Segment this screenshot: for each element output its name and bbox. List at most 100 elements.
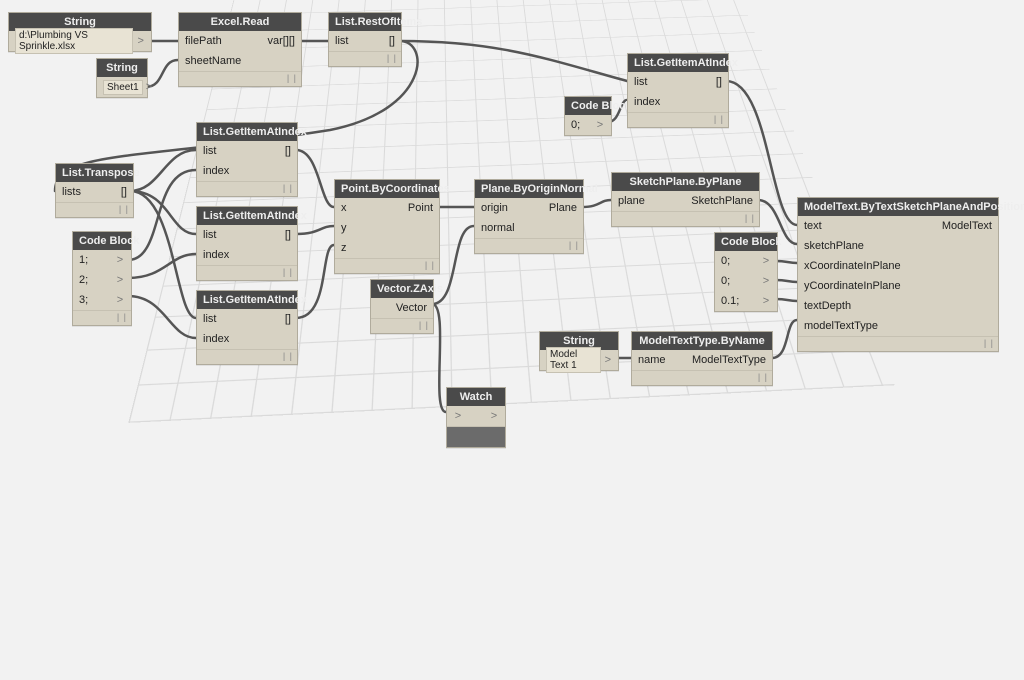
input-port[interactable]: z [341, 242, 347, 254]
output-port[interactable]: Plane [508, 202, 577, 214]
input-port[interactable]: textDepth [804, 300, 851, 312]
node-title: List.GetItemAtIndex [628, 54, 728, 72]
input-port[interactable]: y [341, 222, 347, 234]
output-port[interactable]: [] [81, 186, 127, 198]
node-watch[interactable]: Watch > > [446, 387, 506, 448]
input-port[interactable]: sheetName [185, 55, 241, 67]
output-port[interactable]: ModelText [822, 220, 992, 232]
code-line[interactable]: 2; [79, 274, 88, 286]
node-excel-read[interactable]: Excel.Read filePathvar[][] sheetName | | [178, 12, 302, 87]
output-port[interactable]: Point [347, 202, 434, 214]
code-line[interactable]: 0; [571, 119, 580, 131]
code-line[interactable]: 1; [79, 254, 88, 266]
output-port[interactable]: [] [348, 35, 395, 47]
node-code-block-coords[interactable]: Code Block 0; > 0; > 0.1; > [714, 232, 778, 312]
lacing-icon: | | [119, 204, 129, 214]
node-title: Plane.ByOriginNormal [475, 180, 583, 198]
output-port[interactable]: [] [216, 229, 291, 241]
lacing-icon: | | [287, 73, 297, 83]
node-title: Point.ByCoordinates [335, 180, 439, 198]
output-port[interactable]: [] [216, 145, 291, 157]
node-title: List.RestOfItems [329, 13, 401, 31]
lacing-icon: | | [714, 114, 724, 124]
input-port[interactable]: lists [62, 186, 81, 198]
node-point-by-coordinates[interactable]: Point.ByCoordinates xPoint y z | | [334, 179, 440, 274]
output-port[interactable]: ModelTextType [666, 354, 766, 366]
input-port[interactable]: index [203, 333, 229, 345]
output-port[interactable]: [] [216, 313, 291, 325]
code-line[interactable]: 0; [721, 275, 730, 287]
output-port[interactable]: > [761, 255, 771, 267]
code-line[interactable]: 0; [721, 255, 730, 267]
output-port[interactable]: > [146, 81, 152, 93]
output-port[interactable]: > [115, 254, 125, 266]
output-port[interactable]: Vector [377, 302, 427, 314]
input-port[interactable]: origin [481, 202, 508, 214]
output-port[interactable]: > [761, 295, 771, 307]
input-port[interactable]: list [203, 145, 216, 157]
node-title: Watch [447, 388, 505, 406]
input-port[interactable]: filePath [185, 35, 222, 47]
output-port[interactable]: > [489, 410, 499, 422]
string-value[interactable]: Sheet1 [103, 80, 143, 95]
lacing-icon: | | [984, 338, 994, 348]
node-get-item-a[interactable]: List.GetItemAtIndex list[] index | | [196, 122, 298, 197]
output-port[interactable]: > [136, 35, 145, 47]
node-sketchplane-by-plane[interactable]: SketchPlane.ByPlane planeSketchPlane | | [611, 172, 760, 227]
input-port[interactable]: list [634, 76, 647, 88]
node-code-block-123[interactable]: Code Block 1; > 2; > 3; > | | [72, 231, 132, 326]
input-port[interactable]: list [335, 35, 348, 47]
node-get-item-b[interactable]: List.GetItemAtIndex list[] index | | [196, 206, 298, 281]
lacing-icon: | | [387, 53, 397, 63]
node-title: List.GetItemAtIndex [197, 207, 297, 225]
graph-canvas[interactable]: String d:\Plumbing VS Sprinkle.xlsx > St… [0, 0, 1024, 680]
code-line[interactable]: 3; [79, 294, 88, 306]
input-port[interactable]: xCoordinateInPlane [804, 260, 901, 272]
node-title: ModelTextType.ByName [632, 332, 772, 350]
input-port[interactable]: > [453, 410, 463, 422]
node-modeltext-create[interactable]: ModelText.ByTextSketchPlaneAndPosition t… [797, 197, 999, 352]
node-string-filepath[interactable]: String d:\Plumbing VS Sprinkle.xlsx > [8, 12, 152, 52]
node-get-item-d[interactable]: List.GetItemAtIndex list[] index | | [627, 53, 729, 128]
output-port[interactable]: SketchPlane [645, 195, 753, 207]
node-string-sheet[interactable]: String Sheet1 > [96, 58, 148, 98]
string-value[interactable]: d:\Plumbing VS Sprinkle.xlsx [15, 28, 133, 54]
input-port[interactable]: plane [618, 195, 645, 207]
node-code-block-0[interactable]: Code Block 0;> [564, 96, 612, 136]
lacing-icon: | | [569, 240, 579, 250]
input-port[interactable]: index [634, 96, 660, 108]
output-port[interactable]: > [604, 354, 612, 366]
input-port[interactable]: index [203, 249, 229, 261]
node-plane-by-origin-normal[interactable]: Plane.ByOriginNormal originPlane normal … [474, 179, 584, 254]
input-port[interactable]: modelTextType [804, 320, 878, 332]
node-get-item-c[interactable]: List.GetItemAtIndex list[] index | | [196, 290, 298, 365]
lacing-icon: | | [419, 320, 429, 330]
node-rest-of-items[interactable]: List.RestOfItems list[] | | [328, 12, 402, 67]
node-title: Code Block [73, 232, 131, 250]
input-port[interactable]: text [804, 220, 822, 232]
output-port[interactable]: var[][] [222, 35, 295, 47]
output-port[interactable]: [] [647, 76, 722, 88]
input-port[interactable]: name [638, 354, 666, 366]
node-transpose[interactable]: List.Transpose lists[] | | [55, 163, 134, 218]
output-port[interactable]: > [761, 275, 771, 287]
input-port[interactable]: index [203, 165, 229, 177]
node-title: List.GetItemAtIndex [197, 291, 297, 309]
lacing-icon: | | [117, 312, 127, 322]
code-line[interactable]: 0.1; [721, 295, 739, 307]
output-port[interactable]: > [115, 294, 125, 306]
input-port[interactable]: list [203, 313, 216, 325]
input-port[interactable]: sketchPlane [804, 240, 864, 252]
input-port[interactable]: normal [481, 222, 515, 234]
output-port[interactable]: > [115, 274, 125, 286]
node-title: Code Block [715, 233, 777, 251]
output-port[interactable]: > [595, 119, 605, 131]
input-port[interactable]: list [203, 229, 216, 241]
node-modeltexttype-byname[interactable]: ModelTextType.ByName nameModelTextType |… [631, 331, 773, 386]
input-port[interactable]: yCoordinateInPlane [804, 280, 901, 292]
string-value[interactable]: Model Text 1 [546, 347, 601, 373]
node-string-modeltext[interactable]: String Model Text 1 > [539, 331, 619, 371]
lacing-icon: | | [758, 372, 768, 382]
node-vector-zaxis[interactable]: Vector.ZAxis Vector | | [370, 279, 434, 334]
lacing-icon: | | [745, 213, 755, 223]
